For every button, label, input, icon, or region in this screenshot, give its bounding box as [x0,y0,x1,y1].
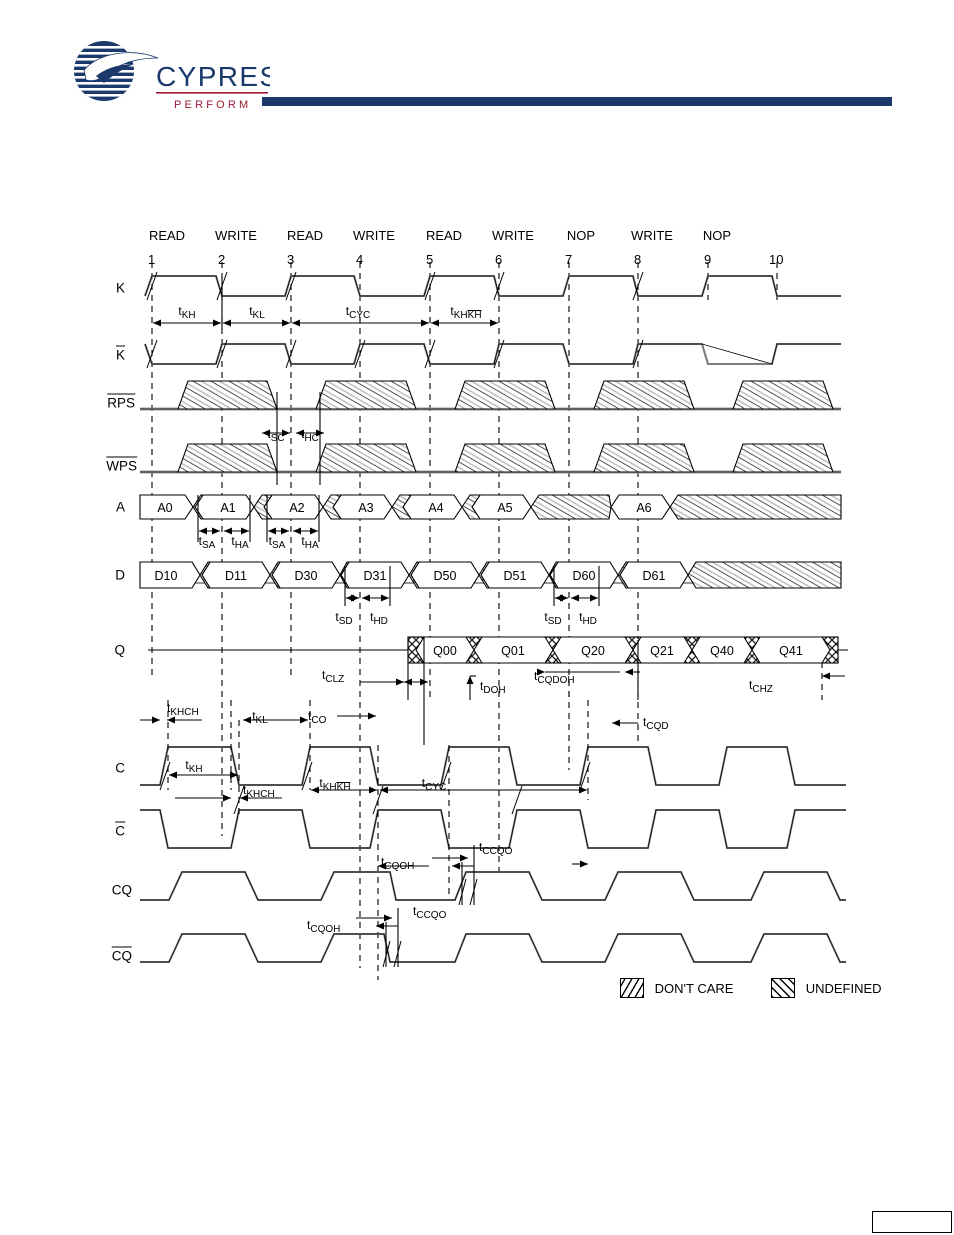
cycle-op-6: WRITE [492,228,534,243]
cycle-num-2: 2 [218,252,226,267]
data-value-d60: D60 [573,569,596,583]
timing-label-tsc: tSC [267,427,285,444]
timing-label-tdoh: tDOH [480,679,506,696]
signal-label-rps: RPS [107,393,135,411]
signal-label-c-bar: C [115,821,125,839]
timing-label-tha-1: tHA [231,534,249,551]
address-value-a3: A3 [358,501,373,515]
q-value-q20: Q20 [581,644,605,658]
footer-box [872,1211,952,1233]
data-value-d50: D50 [434,569,457,583]
timing-label-tcyc-c: tCYC [421,776,447,793]
signal-label-d: D [115,567,125,583]
cycle-op-7: NOP [566,228,596,243]
cycle-num-6: 6 [495,252,503,267]
q-value-q40: Q40 [710,644,734,658]
waveform-k-bar [144,339,841,369]
data-value-d61: D61 [643,569,666,583]
timing-label-tcqd: tCQD [643,715,669,732]
cycle-num-3: 3 [287,252,295,267]
signal-label-c: C [115,760,125,776]
waveform-cq-bar [140,908,846,968]
cycle-num-4: 4 [356,252,364,267]
timing-label-tkhch-2: tKHCH [243,783,275,800]
dont-care-label: DON'T CARE [654,980,734,996]
cycle-num-1: 1 [148,252,156,267]
cycle-op-2: WRITE [215,228,257,243]
cycle-guidelines [151,262,823,968]
timing-label-tkh-k: tKH [178,304,196,321]
timing-label-tkl-c: tKL [252,709,268,726]
timing-diagram: A0 A1 A2 A3 A4 A5 A6 D10 D11 D30 D31 D50… [139,262,848,980]
timing-label-tchz: tCHZ [749,678,773,695]
undefined-swatch [771,978,796,998]
signal-label-cq: CQ [111,882,132,898]
timing-label-tkhkh-c: tKHKH [319,776,351,793]
timing-label-tccqo-2: tCCQO [413,904,447,921]
timing-label-tkl-k: tKL [249,304,265,321]
data-value-d10: D10 [155,569,178,583]
q-value-q00: Q00 [433,644,457,658]
cycle-op-4: WRITE [353,228,395,243]
address-value-a6: A6 [636,501,651,515]
signal-label-k-bar: K [115,345,125,363]
timing-label-tsa-1: tSA [198,534,216,551]
q-value-q41: Q41 [779,644,803,658]
timing-label-tccqo-1: tCCQO [479,840,513,857]
timing-label-tcyc-k: tCYC [345,304,371,321]
signal-label-a: A [115,499,125,515]
timing-label-tcqoh-2: tCQOH [307,918,341,935]
timing-label-thd-1: tHD [370,610,388,627]
q-value-q01: Q01 [501,644,525,658]
cycle-num-5: 5 [426,252,434,267]
timing-label-tsd-2: tSD [544,610,562,627]
k-timing-arrows [153,276,498,330]
undefined-label: UNDEFINED [805,980,882,996]
signal-label-q: Q [114,642,125,658]
q-value-q21: Q21 [650,644,674,658]
address-value-a4: A4 [428,501,443,515]
timing-label-tkh-c: tKH [185,758,203,775]
timing-label-tsa-2: tSA [268,534,286,551]
data-value-d30: D30 [295,569,318,583]
waveform-q: Q00 Q01 Q20 Q21 Q40 Q41 [148,636,848,664]
diagram-legend: DON'T CARE UNDEFINED [620,978,916,998]
timing-label-thc: tHC [301,427,319,444]
timing-label-tkhch-1: tKHCH [167,701,199,718]
cycle-num-9: 9 [704,252,712,267]
dont-care-swatch [620,978,644,998]
page-root: CYPRESS PERFORM [0,0,954,1235]
signal-label-wps: WPS [106,456,137,474]
address-value-a2: A2 [289,501,304,515]
cycle-op-3: READ [286,228,324,243]
timing-label-tco: tCO [308,709,327,726]
timing-label-tcqoh-1: tCQOH [381,855,415,872]
timing-label-tcqdoh: tCQDOH [534,669,575,686]
data-value-d31: D31 [364,569,387,583]
data-value-d11: D11 [225,569,247,583]
timing-label-tha-2: tHA [301,534,319,551]
cycle-num-10: 10 [769,252,784,267]
address-value-a1: A1 [220,501,235,515]
timing-label-thd-2: tHD [579,610,597,627]
cycle-num-7: 7 [565,252,573,267]
waveform-k [144,271,841,301]
cycle-op-1: READ [148,228,186,243]
address-value-a5: A5 [497,501,512,515]
c-guidelines [167,700,589,980]
cycle-op-9: NOP [702,228,732,243]
c-timing-arrows [140,712,638,868]
address-value-a0: A0 [157,501,172,515]
waveform-rps [140,380,841,411]
signal-label-k: K [115,280,125,296]
signal-label-cq-bar: CQ [111,946,132,964]
waveform-data: D10 D11 D30 D31 D50 D51 D60 D61 [139,561,842,606]
timing-label-tclz: tCLZ [322,668,345,685]
cycle-op-5: READ [425,228,463,243]
timing-label-tsd-1: tSD [335,610,353,627]
cycle-op-8: WRITE [631,228,673,243]
data-value-d51: D51 [504,569,527,583]
cycle-num-8: 8 [634,252,642,267]
timing-label-tkhkh-k: tKHKH [450,304,482,321]
